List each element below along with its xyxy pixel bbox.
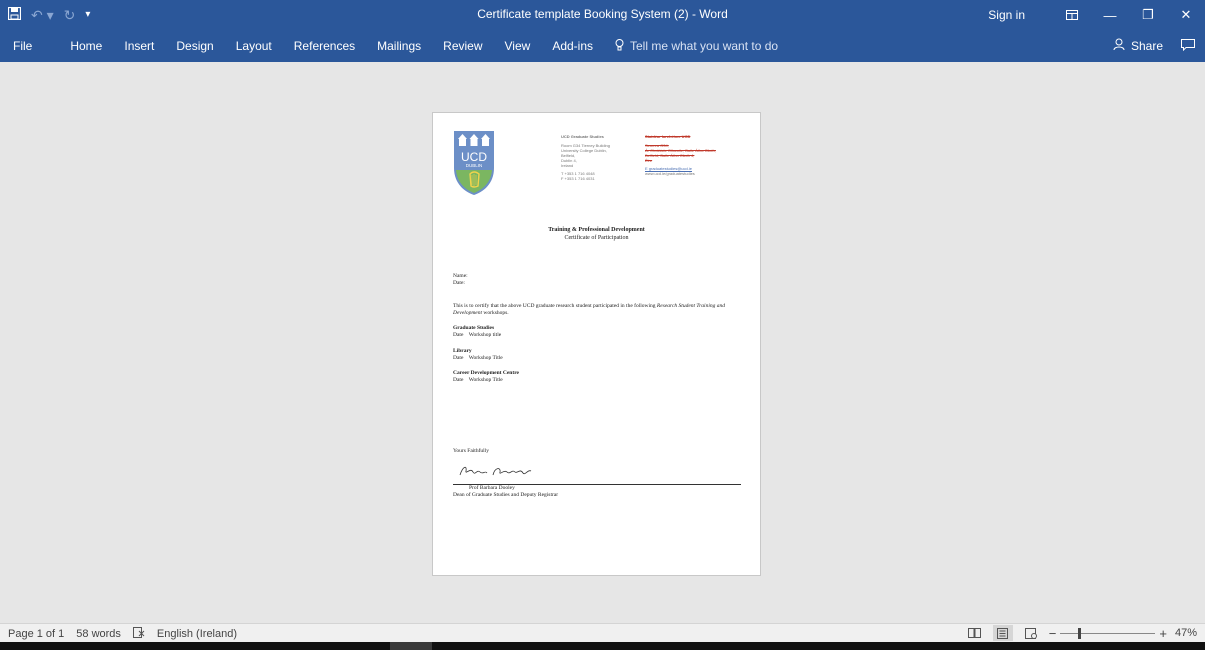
svg-text:DUBLIN: DUBLIN [466,163,483,168]
tab-add-ins[interactable]: Add-ins [541,30,604,62]
person-icon [1113,38,1126,54]
document-workspace[interactable]: UCD DUBLIN UCD Graduate Studies Room G34… [0,62,1205,623]
word-count[interactable]: 58 words [76,628,121,640]
zoom-out-icon[interactable]: − [1049,626,1057,641]
signature-image [457,463,535,484]
zoom-control: − + [1049,626,1167,641]
name-label: Name: [453,273,468,279]
certificate-title: Training & Professional Development [548,227,645,233]
comments-icon[interactable] [1181,38,1195,54]
section-heading: Career Development Centre [453,370,519,376]
fax: F +353 1 716 4031 [561,176,595,181]
section-career-development: Career Development Centre Date Workshop … [453,370,519,383]
tab-insert[interactable]: Insert [113,30,165,62]
language[interactable]: English (Ireland) [157,628,237,640]
signer-name: Prof Barbara Dooley [469,485,515,491]
svg-text:UCD: UCD [461,150,487,164]
certificate-subtitle: Certificate of Participation [564,235,629,241]
tell-me-box[interactable]: Tell me what you want to do [604,38,779,54]
close-icon[interactable]: ✕ [1167,7,1205,23]
tab-mailings[interactable]: Mailings [366,30,432,62]
status-bar: Page 1 of 1 58 words English (Ireland) −… [0,623,1205,642]
section-heading: Graduate Studies [453,325,495,331]
tell-me-text: Tell me what you want to do [630,39,779,53]
zoom-in-icon[interactable]: + [1159,626,1167,641]
minimize-icon[interactable]: — [1091,8,1129,23]
section-line: Date Workshop Title [453,376,503,383]
title-bar: ↶ ▾ ↻ ▾ Certificate template Booking Sys… [0,0,1205,30]
section-line: Date Workshop Title [453,354,503,361]
sign-in-button[interactable]: Sign in [988,8,1025,22]
zoom-slider[interactable] [1060,627,1156,639]
certificate-heading: Training & Professional Development Cert… [433,226,760,242]
taskbar [0,642,1205,650]
proofing-icon[interactable] [132,627,145,641]
web-layout-icon[interactable] [1021,625,1041,641]
section-graduate-studies: Graduate Studies Date Workshop title [453,325,501,338]
taskbar-item[interactable] [390,642,432,650]
read-mode-icon[interactable] [965,625,985,641]
date-label: Date: [453,279,465,286]
ribbon-display-icon[interactable] [1053,8,1091,23]
section-line: Date Workshop title [453,331,502,338]
print-layout-icon[interactable] [992,625,1013,641]
section-library: Library Date Workshop Title [453,348,503,361]
share-label: Share [1130,39,1163,53]
tab-design[interactable]: Design [165,30,224,62]
lightbulb-icon [615,38,624,54]
web-address: www.ucd.ie/graduatestudies [645,171,695,176]
tab-review[interactable]: Review [432,30,493,62]
certify-text: This is to certify that the above UCD gr… [453,303,656,309]
tab-home[interactable]: Home [59,30,113,62]
tab-file[interactable]: File [0,30,59,62]
zoom-slider-thumb[interactable] [1078,627,1082,639]
restore-icon[interactable]: ❐ [1129,7,1167,23]
share-button[interactable]: Share [1113,38,1163,54]
letterhead-irish: Staidéar Iarchéime UCD Seomra G34, Ár Ch… [645,134,716,176]
letterhead-english: UCD Graduate Studies Room G34 Tierney Bu… [561,134,610,181]
dept-name: UCD Graduate Studies [561,134,604,139]
certify-paragraph: This is to certify that the above UCD gr… [453,303,743,316]
ribbon: File Home Insert Design Layout Reference… [0,30,1205,62]
tab-references[interactable]: References [283,30,366,62]
signer-role: Dean of Graduate Studies and Deputy Regi… [453,492,559,498]
page-count[interactable]: Page 1 of 1 [8,628,64,640]
zoom-level[interactable]: 47% [1175,627,1197,639]
tab-view[interactable]: View [494,30,542,62]
document-page[interactable]: UCD DUBLIN UCD Graduate Studies Room G34… [432,112,761,576]
tab-layout[interactable]: Layout [225,30,283,62]
certify-end: workshops. [483,309,509,316]
closing: Yours Faithfully [453,448,489,454]
ucd-logo: UCD DUBLIN [453,130,495,196]
recipient-fields: Name: Date: [453,273,468,286]
